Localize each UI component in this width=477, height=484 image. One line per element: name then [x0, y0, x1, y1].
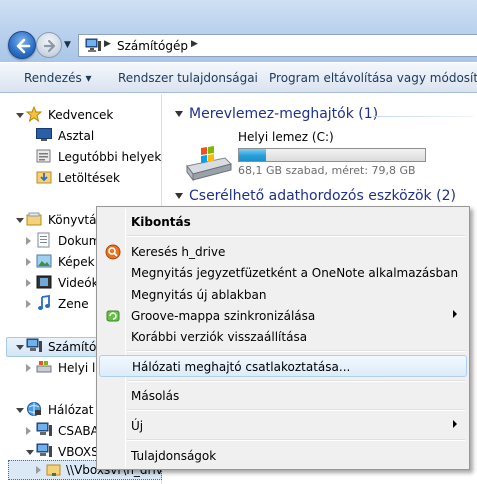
group-divider — [373, 116, 473, 117]
context-menu: Kibontás Keresés h_drive Megnyitás jegyz… — [96, 206, 470, 470]
star-icon — [26, 106, 42, 122]
expand-arrow-icon[interactable] — [26, 279, 31, 287]
recent-pages-dropdown[interactable]: ▼ — [64, 40, 71, 50]
network-computer-icon — [36, 443, 52, 457]
recent-places-icon — [36, 149, 51, 163]
nav-pictures-label: Képek — [58, 255, 95, 269]
uninstall-program-button[interactable]: Program eltávolítása vagy módosítása — [269, 71, 477, 85]
expand-arrow-icon[interactable] — [26, 237, 31, 245]
menu-item-properties-label: Tulajdonságok — [131, 449, 217, 463]
collapse-arrow-icon[interactable] — [175, 111, 183, 117]
menu-item-new-label: Új — [131, 419, 144, 433]
title-bar: ▼ ▶ Számítógép ▶ — [0, 0, 477, 62]
expand-arrow-icon[interactable] — [26, 364, 31, 372]
hard-drive-icon — [36, 361, 52, 373]
drive-usage-bar — [238, 148, 426, 162]
back-button[interactable] — [8, 31, 36, 59]
downloads-folder-icon — [36, 171, 52, 184]
expand-arrow-icon[interactable] — [26, 427, 31, 435]
desktop-icon — [36, 128, 52, 141]
menu-item-new[interactable]: Új — [99, 415, 467, 437]
nav-network-label: Hálózat — [48, 403, 94, 417]
nav-libraries-label: Könyvtár — [48, 213, 102, 227]
expand-arrow-icon[interactable] — [36, 466, 41, 474]
network-globe-icon — [27, 402, 41, 416]
nav-favorites[interactable]: Kedvencek — [16, 105, 156, 125]
nav-videos-label: Videók — [58, 276, 99, 290]
nav-favorites-label: Kedvencek — [48, 108, 114, 122]
menu-item-previous-label: Korábbi verziók visszaállítása — [131, 330, 308, 344]
hard-drives-group-header[interactable]: Merevlemez-meghajtók (1) — [175, 106, 378, 122]
menu-item-copy-label: Másolás — [131, 389, 180, 403]
menu-item-new-window[interactable]: Megnyitás új ablakban — [99, 284, 467, 306]
removable-group-header[interactable]: Cserélhető adathordozós eszközök (2) — [175, 188, 456, 204]
hard-drives-group-label: Merevlemez-meghajtók (1) — [189, 106, 379, 122]
menu-item-expand-label: Kibontás — [131, 215, 191, 229]
submenu-arrow-icon — [453, 310, 457, 318]
videos-icon — [36, 275, 52, 289]
menu-separator — [127, 380, 465, 382]
nav-desktop-label: Asztal — [58, 129, 95, 143]
nav-desktop[interactable]: Asztal — [36, 126, 156, 146]
computer-icon — [26, 338, 42, 352]
chevron-right-icon[interactable]: ▶ — [104, 39, 111, 49]
search-circle-icon — [105, 244, 121, 260]
command-bar: Rendezés ▾ Rendszer tulajdonságai Progra… — [0, 62, 477, 93]
drive-usage-fill — [239, 149, 267, 161]
network-computer-icon — [36, 422, 52, 436]
menu-item-groove[interactable]: Groove-mappa szinkronizálása — [99, 305, 467, 327]
expand-arrow-icon[interactable] — [26, 258, 31, 266]
nav-documents-label: Dokum — [58, 234, 101, 248]
menu-separator — [127, 350, 465, 352]
arrow-left-icon — [16, 38, 31, 54]
collapse-arrow-icon[interactable] — [16, 408, 24, 413]
nav-music-label: Zene — [58, 297, 89, 311]
drive-name: Helyi lemez (C:) — [238, 130, 334, 144]
groove-sync-icon — [106, 310, 120, 322]
computer-icon — [85, 38, 101, 56]
collapse-arrow-icon[interactable] — [26, 450, 34, 455]
nav-downloads-label: Letöltések — [58, 171, 120, 185]
submenu-arrow-icon — [453, 420, 457, 428]
system-properties-button[interactable]: Rendszer tulajdonságai — [118, 71, 258, 85]
breadcrumb-computer[interactable]: Számítógép — [117, 39, 188, 53]
menu-item-groove-label: Groove-mappa szinkronizálása — [131, 309, 316, 323]
organize-button[interactable]: Rendezés ▾ — [24, 71, 92, 85]
collapse-arrow-icon[interactable] — [16, 218, 24, 223]
music-icon — [38, 295, 50, 310]
address-bar[interactable]: ▶ Számítógép ▶ — [78, 34, 477, 57]
pictures-icon — [36, 254, 52, 268]
menu-item-onenote[interactable]: Megnyitás jegyzetfüzetként a OneNote alk… — [99, 262, 467, 284]
menu-separator — [127, 439, 465, 441]
menu-item-expand[interactable]: Kibontás — [99, 211, 467, 233]
collapse-arrow-icon[interactable] — [175, 193, 183, 199]
hard-drive-icon — [186, 146, 232, 182]
expand-arrow-icon[interactable] — [26, 300, 31, 308]
menu-item-copy[interactable]: Másolás — [99, 385, 467, 407]
menu-separator — [127, 409, 465, 411]
library-icon — [26, 212, 42, 226]
arrow-right-icon — [43, 39, 56, 53]
nav-recent-places[interactable]: Legutóbbi helyek — [36, 147, 162, 167]
menu-item-map-network-drive[interactable]: Hálózati meghajtó csatlakoztatása... — [99, 355, 467, 377]
nav-csaba-label: CSABA — [58, 424, 99, 438]
menu-item-onenote-label: Megnyitás jegyzetfüzetként a OneNote alk… — [131, 266, 459, 280]
menu-item-previous-versions[interactable]: Korábbi verziók visszaállítása — [99, 326, 467, 348]
menu-item-search-label: Keresés h_drive — [131, 245, 226, 259]
shared-folder-icon — [46, 464, 61, 476]
collapse-arrow-icon[interactable] — [16, 345, 24, 350]
removable-group-label: Cserélhető adathordozós eszközök (2) — [189, 188, 456, 204]
menu-separator — [127, 235, 465, 237]
menu-item-search[interactable]: Keresés h_drive — [99, 241, 467, 263]
drive-info: 68,1 GB szabad, méret: 79,8 GB — [238, 164, 416, 177]
menu-item-properties[interactable]: Tulajdonságok — [99, 445, 467, 467]
collapse-arrow-icon[interactable] — [16, 113, 24, 118]
menu-item-new-window-label: Megnyitás új ablakban — [131, 288, 267, 302]
nav-recent-label: Legutóbbi helyek — [58, 150, 162, 164]
documents-icon — [37, 232, 50, 248]
forward-button[interactable] — [36, 32, 62, 58]
nav-downloads[interactable]: Letöltések — [36, 168, 156, 188]
menu-item-map-drive-label: Hálózati meghajtó csatlakoztatása... — [132, 360, 351, 374]
chevron-right-icon[interactable]: ▶ — [191, 39, 198, 49]
